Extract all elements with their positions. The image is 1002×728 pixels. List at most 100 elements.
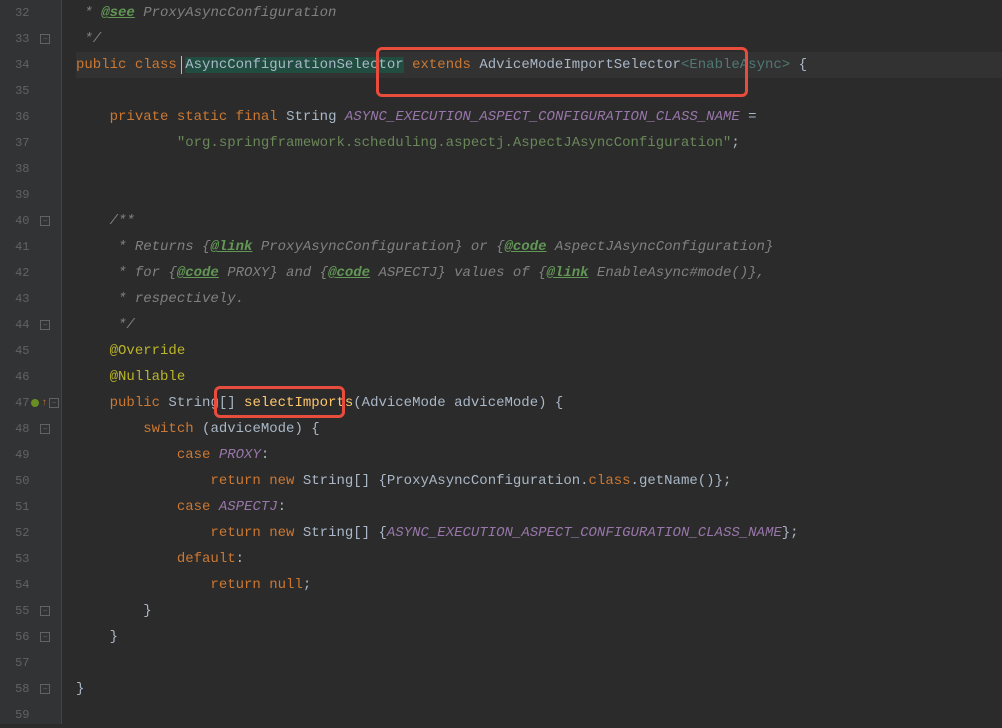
gutter-row: 52 (0, 520, 61, 546)
code-line: } (76, 676, 1002, 702)
code-line: * respectively. (76, 286, 1002, 312)
gutter-row: 39 (0, 182, 61, 208)
line-number: 45 (0, 344, 30, 358)
line-number: 59 (0, 708, 30, 722)
gutter-row: 50 (0, 468, 61, 494)
gutter-row: 45 (0, 338, 61, 364)
gutter-row: 49 (0, 442, 61, 468)
line-number: 32 (0, 6, 30, 20)
code-line (76, 702, 1002, 728)
gutter-icons: − (30, 320, 61, 330)
gutter-row: 36 (0, 104, 61, 130)
gutter-row: 46 (0, 364, 61, 390)
gutter-row: 44− (0, 312, 61, 338)
code-line: * Returns {@link ProxyAsyncConfiguration… (76, 234, 1002, 260)
code-line: } (76, 624, 1002, 650)
fold-icon[interactable]: − (40, 216, 50, 226)
gutter-row: 57 (0, 650, 61, 676)
code-line (76, 650, 1002, 676)
code-line (76, 78, 1002, 104)
gutter-row: 40− (0, 208, 61, 234)
line-number: 56 (0, 630, 30, 644)
line-number: 43 (0, 292, 30, 306)
code-line: "org.springframework.scheduling.aspectj.… (76, 130, 1002, 156)
gutter-row: 42 (0, 260, 61, 286)
line-number: 48 (0, 422, 30, 436)
code-line: * @see ProxyAsyncConfiguration (76, 0, 1002, 26)
gutter-icons: − (30, 632, 61, 642)
line-number: 51 (0, 500, 30, 514)
code-line: switch (adviceMode) { (76, 416, 1002, 442)
gutter-icons: − (30, 684, 61, 694)
code-line: * for {@code PROXY} and {@code ASPECTJ} … (76, 260, 1002, 286)
gutter-icons: − (30, 34, 61, 44)
gutter-row: 58− (0, 676, 61, 702)
gutter-row: 59 (0, 702, 61, 728)
code-line: default: (76, 546, 1002, 572)
fold-icon[interactable]: − (40, 684, 50, 694)
code-line: public String[] selectImports(AdviceMode… (76, 390, 1002, 416)
line-number: 44 (0, 318, 30, 332)
line-number: 35 (0, 84, 30, 98)
line-number: 34 (0, 58, 30, 72)
line-number: 58 (0, 682, 30, 696)
fold-icon[interactable]: − (40, 320, 50, 330)
line-number: 36 (0, 110, 30, 124)
gutter-row: 48− (0, 416, 61, 442)
line-number: 42 (0, 266, 30, 280)
code-line: private static final String ASYNC_EXECUT… (76, 104, 1002, 130)
code-line: return null; (76, 572, 1002, 598)
line-number: 47 (0, 396, 30, 410)
gutter-icons: ↑− (30, 398, 61, 409)
code-line: /** (76, 208, 1002, 234)
line-number: 38 (0, 162, 30, 176)
code-line: @Nullable (76, 364, 1002, 390)
gutter-icons: − (30, 216, 61, 226)
gutter-row: 32 (0, 0, 61, 26)
code-line: case ASPECTJ: (76, 494, 1002, 520)
line-number: 37 (0, 136, 30, 150)
gutter: 3233−34353637383940−41424344−454647↑−48−… (0, 0, 62, 724)
fold-icon[interactable]: − (40, 34, 50, 44)
line-number: 33 (0, 32, 30, 46)
line-number: 52 (0, 526, 30, 540)
fold-icon[interactable]: − (49, 398, 59, 408)
gutter-row: 54 (0, 572, 61, 598)
code-line: return new String[] {ProxyAsyncConfigura… (76, 468, 1002, 494)
fold-icon[interactable]: − (40, 632, 50, 642)
fold-icon[interactable]: − (40, 424, 50, 434)
line-number: 55 (0, 604, 30, 618)
gutter-row: 38 (0, 156, 61, 182)
gutter-icons: − (30, 606, 61, 616)
gutter-row: 34 (0, 52, 61, 78)
code-line: case PROXY: (76, 442, 1002, 468)
breakpoint-marker-icon[interactable] (31, 399, 39, 407)
line-number: 46 (0, 370, 30, 384)
gutter-row: 33− (0, 26, 61, 52)
code-line (76, 156, 1002, 182)
line-number: 50 (0, 474, 30, 488)
line-number: 49 (0, 448, 30, 462)
gutter-row: 55− (0, 598, 61, 624)
gutter-row: 35 (0, 78, 61, 104)
override-arrow-icon[interactable]: ↑ (41, 398, 47, 409)
code-line: return new String[] {ASYNC_EXECUTION_ASP… (76, 520, 1002, 546)
gutter-row: 56− (0, 624, 61, 650)
code-line (76, 182, 1002, 208)
gutter-icons: − (30, 424, 61, 434)
line-number: 39 (0, 188, 30, 202)
line-number: 41 (0, 240, 30, 254)
line-number: 54 (0, 578, 30, 592)
line-number: 40 (0, 214, 30, 228)
code-line: } (76, 598, 1002, 624)
code-area[interactable]: * @see ProxyAsyncConfiguration */ public… (62, 0, 1002, 724)
gutter-row: 37 (0, 130, 61, 156)
code-line: */ (76, 312, 1002, 338)
code-editor: 3233−34353637383940−41424344−454647↑−48−… (0, 0, 1002, 724)
line-number: 57 (0, 656, 30, 670)
gutter-row: 47↑− (0, 390, 61, 416)
fold-icon[interactable]: − (40, 606, 50, 616)
line-number: 53 (0, 552, 30, 566)
gutter-row: 41 (0, 234, 61, 260)
gutter-row: 53 (0, 546, 61, 572)
